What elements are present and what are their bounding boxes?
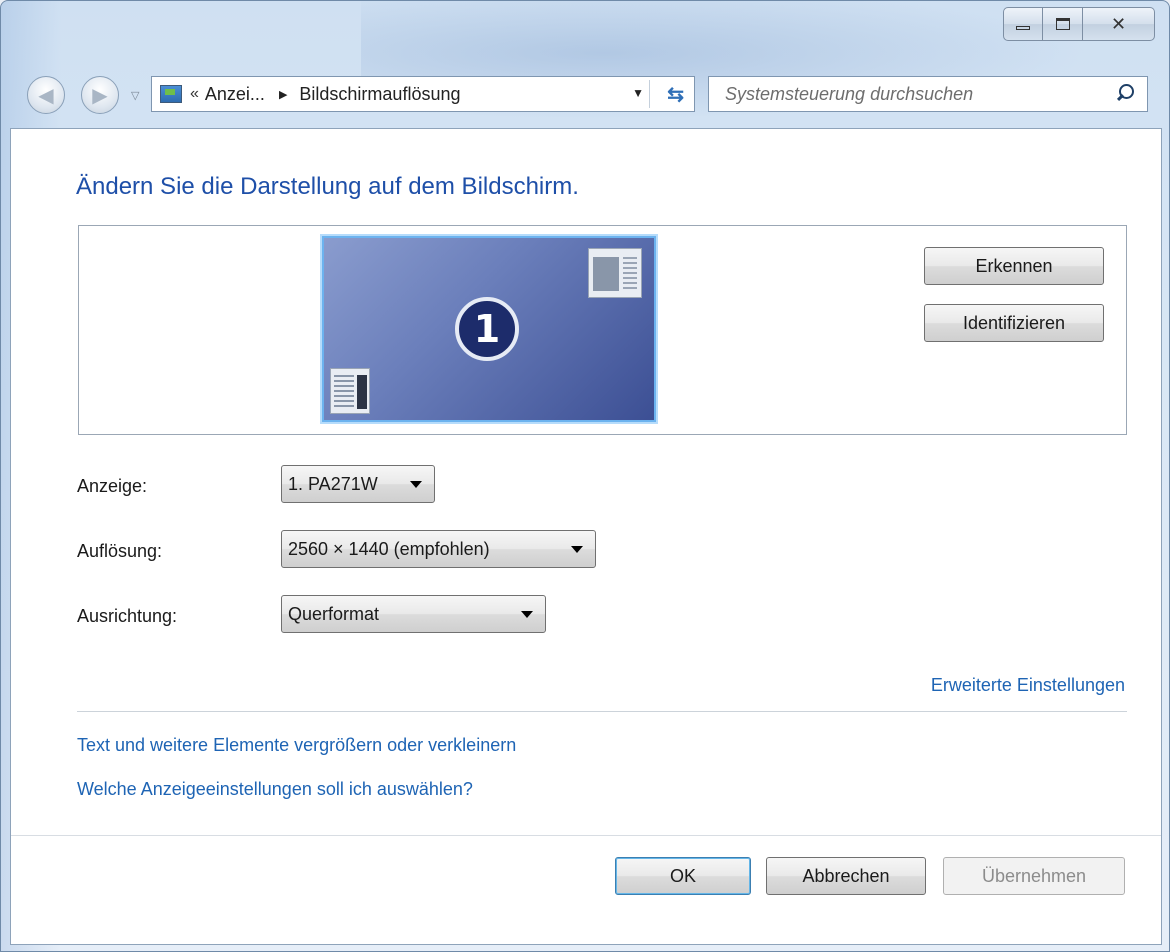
monitor-1[interactable]: 1 [322,236,656,422]
resolution-select[interactable]: 2560 × 1440 (empfohlen) [281,530,596,568]
identify-button[interactable]: Identifizieren [924,304,1104,342]
breadcrumb-current[interactable]: Bildschirmauflösung [299,84,460,105]
back-button[interactable]: ◀ [27,76,65,114]
content-panel: Ändern Sie die Darstellung auf dem Bilds… [10,128,1162,945]
breadcrumb-overflow[interactable]: « [190,85,199,103]
maximize-icon [1055,18,1070,30]
orientation-select-value: Querformat [288,603,380,624]
orientation-label: Ausrichtung: [77,606,178,626]
back-arrow-icon: ◀ [38,84,54,107]
window-frame: ✕ ◀ ▶ ▽ « Anzei... ▶ Bildschirmauflösung… [0,0,1170,952]
desktop-window-thumbnail [588,248,642,298]
forward-button[interactable]: ▶ [81,76,119,114]
text-size-link[interactable]: Text und weitere Elemente vergrößern ode… [77,735,516,756]
maximize-button[interactable] [1043,7,1083,41]
orientation-select[interactable]: Querformat [281,595,546,633]
display-settings-help-link[interactable]: Welche Anzeigeeinstellungen soll ich aus… [77,779,473,800]
search-input[interactable]: Systemsteuerung durchsuchen [725,84,1111,105]
caption-buttons: ✕ [1003,7,1155,41]
display-preview: 1 Erkennen Identifizieren [78,225,1127,435]
search-box[interactable]: Systemsteuerung durchsuchen [708,76,1148,112]
display-select[interactable]: 1. PA271W [281,465,435,503]
advanced-settings-link[interactable]: Erweiterte Einstellungen [931,675,1125,696]
dropdown-arrow-icon [571,546,583,553]
address-dropdown-icon[interactable]: ▼ [632,86,644,100]
breadcrumb-parent[interactable]: Anzei... [205,84,265,105]
cancel-button[interactable]: Abbrechen [766,857,926,895]
ok-button[interactable]: OK [615,857,751,895]
dropdown-arrow-icon [521,611,533,618]
detect-button[interactable]: Erkennen [924,247,1104,285]
address-separator [649,80,650,108]
footer-divider [11,835,1161,836]
dropdown-arrow-icon [410,481,422,488]
recent-pages-dropdown-icon[interactable]: ▽ [131,89,139,102]
display-select-value: 1. PA271W [288,473,378,494]
close-icon: ✕ [1110,13,1127,34]
display-label: Anzeige: [77,476,148,496]
resolution-select-value: 2560 × 1440 (empfohlen) [288,538,490,559]
desktop-window-thumbnail [330,368,370,414]
search-icon[interactable] [1111,79,1141,109]
address-bar[interactable]: « Anzei... ▶ Bildschirmauflösung ▼ ⇆ [151,76,695,112]
page-title: Ändern Sie die Darstellung auf dem Bilds… [76,173,579,200]
breadcrumb-separator-icon[interactable]: ▶ [279,88,287,101]
apply-button[interactable]: Übernehmen [943,857,1125,895]
section-divider [77,711,1127,712]
refresh-icon[interactable]: ⇆ [667,82,684,107]
minimize-icon [1016,26,1030,30]
control-panel-icon [160,85,182,103]
forward-arrow-icon: ▶ [92,84,108,107]
resolution-label: Auflösung: [77,541,163,561]
minimize-button[interactable] [1003,7,1043,41]
close-button[interactable]: ✕ [1083,7,1155,41]
monitor-number-badge: 1 [455,297,519,361]
